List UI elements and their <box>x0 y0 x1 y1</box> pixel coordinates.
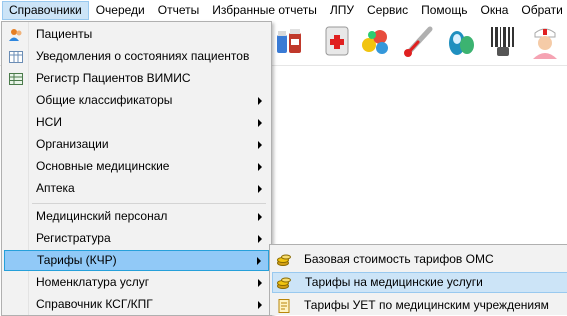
submenu-arrow-icon <box>258 185 262 193</box>
medical-kit-icon[interactable] <box>318 23 354 59</box>
menu-ocheredi[interactable]: Очереди <box>90 1 151 20</box>
menu-item-label: Организации <box>36 137 109 151</box>
submenu-arrow-icon <box>258 119 262 127</box>
menu-item-meditsinskiy-personal[interactable]: Медицинский персонал <box>4 206 269 227</box>
submenu-item-label: Тарифы УЕТ по медицинским учреждениям <box>304 298 549 312</box>
submenu-item-label: Тарифы на медицинские услуги <box>305 275 483 289</box>
menu-item-label: Тарифы (КЧР) <box>37 253 117 267</box>
menu-item-label: Аптека <box>36 181 75 195</box>
menu-item-tarify-kchr[interactable]: Тарифы (КЧР) <box>4 250 269 271</box>
menu-spravochniki[interactable]: Справочники <box>2 1 89 20</box>
submenu-tarify: Базовая стоимость тарифов ОМС Тарифы на … <box>269 244 567 315</box>
menu-item-registr-vimis[interactable]: Регистр Пациентов ВИМИС <box>4 68 269 89</box>
submenu-arrow-icon <box>258 279 262 287</box>
menu-item-nomenklatura-uslug[interactable]: Номенклатура услуг <box>4 272 269 293</box>
menu-item-label: Уведомления о состояниях пациентов <box>36 49 250 63</box>
menu-item-organizatsii[interactable]: Организации <box>4 134 269 155</box>
submenu-arrow-icon <box>257 257 261 265</box>
menu-izbrannye-otchety[interactable]: Избранные отчеты <box>206 1 323 20</box>
submenu-item-bazovaya-stoimost[interactable]: Базовая стоимость тарифов ОМС <box>272 249 567 270</box>
menu-item-label: Номенклатура услуг <box>36 275 150 289</box>
dropdown-menu-spravochniki: Пациенты Уведомления о состояниях пациен… <box>1 21 272 316</box>
submenu-arrow-icon <box>258 301 262 309</box>
table-icon <box>9 51 23 63</box>
menu-item-apteka[interactable]: Аптека <box>4 178 269 199</box>
menu-item-label: Медицинский персонал <box>36 209 168 223</box>
menu-item-registratura[interactable]: Регистратура <box>4 228 269 249</box>
coins-icon <box>277 277 291 289</box>
menu-pomoshch[interactable]: Помощь <box>415 1 473 20</box>
menu-item-nsi[interactable]: НСИ <box>4 112 269 133</box>
menu-item-label: Основные медицинские <box>36 159 170 173</box>
medicine-bottles-icon[interactable] <box>273 23 309 59</box>
submenu-arrow-icon <box>258 235 262 243</box>
menu-lpu[interactable]: ЛПУ <box>324 1 360 20</box>
submenu-item-tarify-uet[interactable]: Тарифы УЕТ по медицинским учреждениям <box>272 295 567 315</box>
coins-icon <box>277 254 291 266</box>
thermometer-icon[interactable] <box>400 23 436 59</box>
menu-item-label: Пациенты <box>36 27 93 41</box>
menu-item-obshchie-klassifikatory[interactable]: Общие классификаторы <box>4 90 269 111</box>
menu-item-label: Регистратура <box>36 231 111 245</box>
pills-icon[interactable] <box>358 23 394 59</box>
patients-icon <box>9 29 22 41</box>
menu-item-label: НСИ <box>36 115 62 129</box>
nurse-icon[interactable] <box>527 23 563 59</box>
menu-item-uvedomleniya[interactable]: Уведомления о состояниях пациентов <box>4 46 269 67</box>
submenu-item-tarify-med-uslugi[interactable]: Тарифы на медицинские услуги <box>272 272 567 293</box>
submenu-arrow-icon <box>258 163 262 171</box>
barcode-scanner-icon[interactable] <box>485 23 521 59</box>
menu-item-osnovnye-meditsinskie[interactable]: Основные медицинские <box>4 156 269 177</box>
menu-otchety[interactable]: Отчеты <box>152 1 205 20</box>
menu-item-label: Справочник КСГ/КПГ <box>36 297 153 311</box>
menu-separator <box>32 203 266 204</box>
capsules-icon[interactable] <box>443 23 479 59</box>
menu-item-patsienty[interactable]: Пациенты <box>4 24 269 45</box>
menu-item-label: Регистр Пациентов ВИМИС <box>36 71 191 85</box>
grid-icon <box>9 73 23 85</box>
menu-okna[interactable]: Окна <box>474 1 514 20</box>
menu-item-spravochnik-ksg-kpg[interactable]: Справочник КСГ/КПГ <box>4 294 269 315</box>
submenu-arrow-icon <box>258 141 262 149</box>
submenu-arrow-icon <box>258 97 262 105</box>
document-icon <box>278 299 290 313</box>
menu-obratnaya-svyaz[interactable]: Обрати <box>515 1 567 20</box>
menu-item-label: Общие классификаторы <box>36 93 173 107</box>
submenu-arrow-icon <box>258 213 262 221</box>
submenu-item-label: Базовая стоимость тарифов ОМС <box>304 252 494 266</box>
menu-servis[interactable]: Сервис <box>361 1 414 20</box>
menu-bar: Справочники Очереди Отчеты Избранные отч… <box>0 0 567 22</box>
